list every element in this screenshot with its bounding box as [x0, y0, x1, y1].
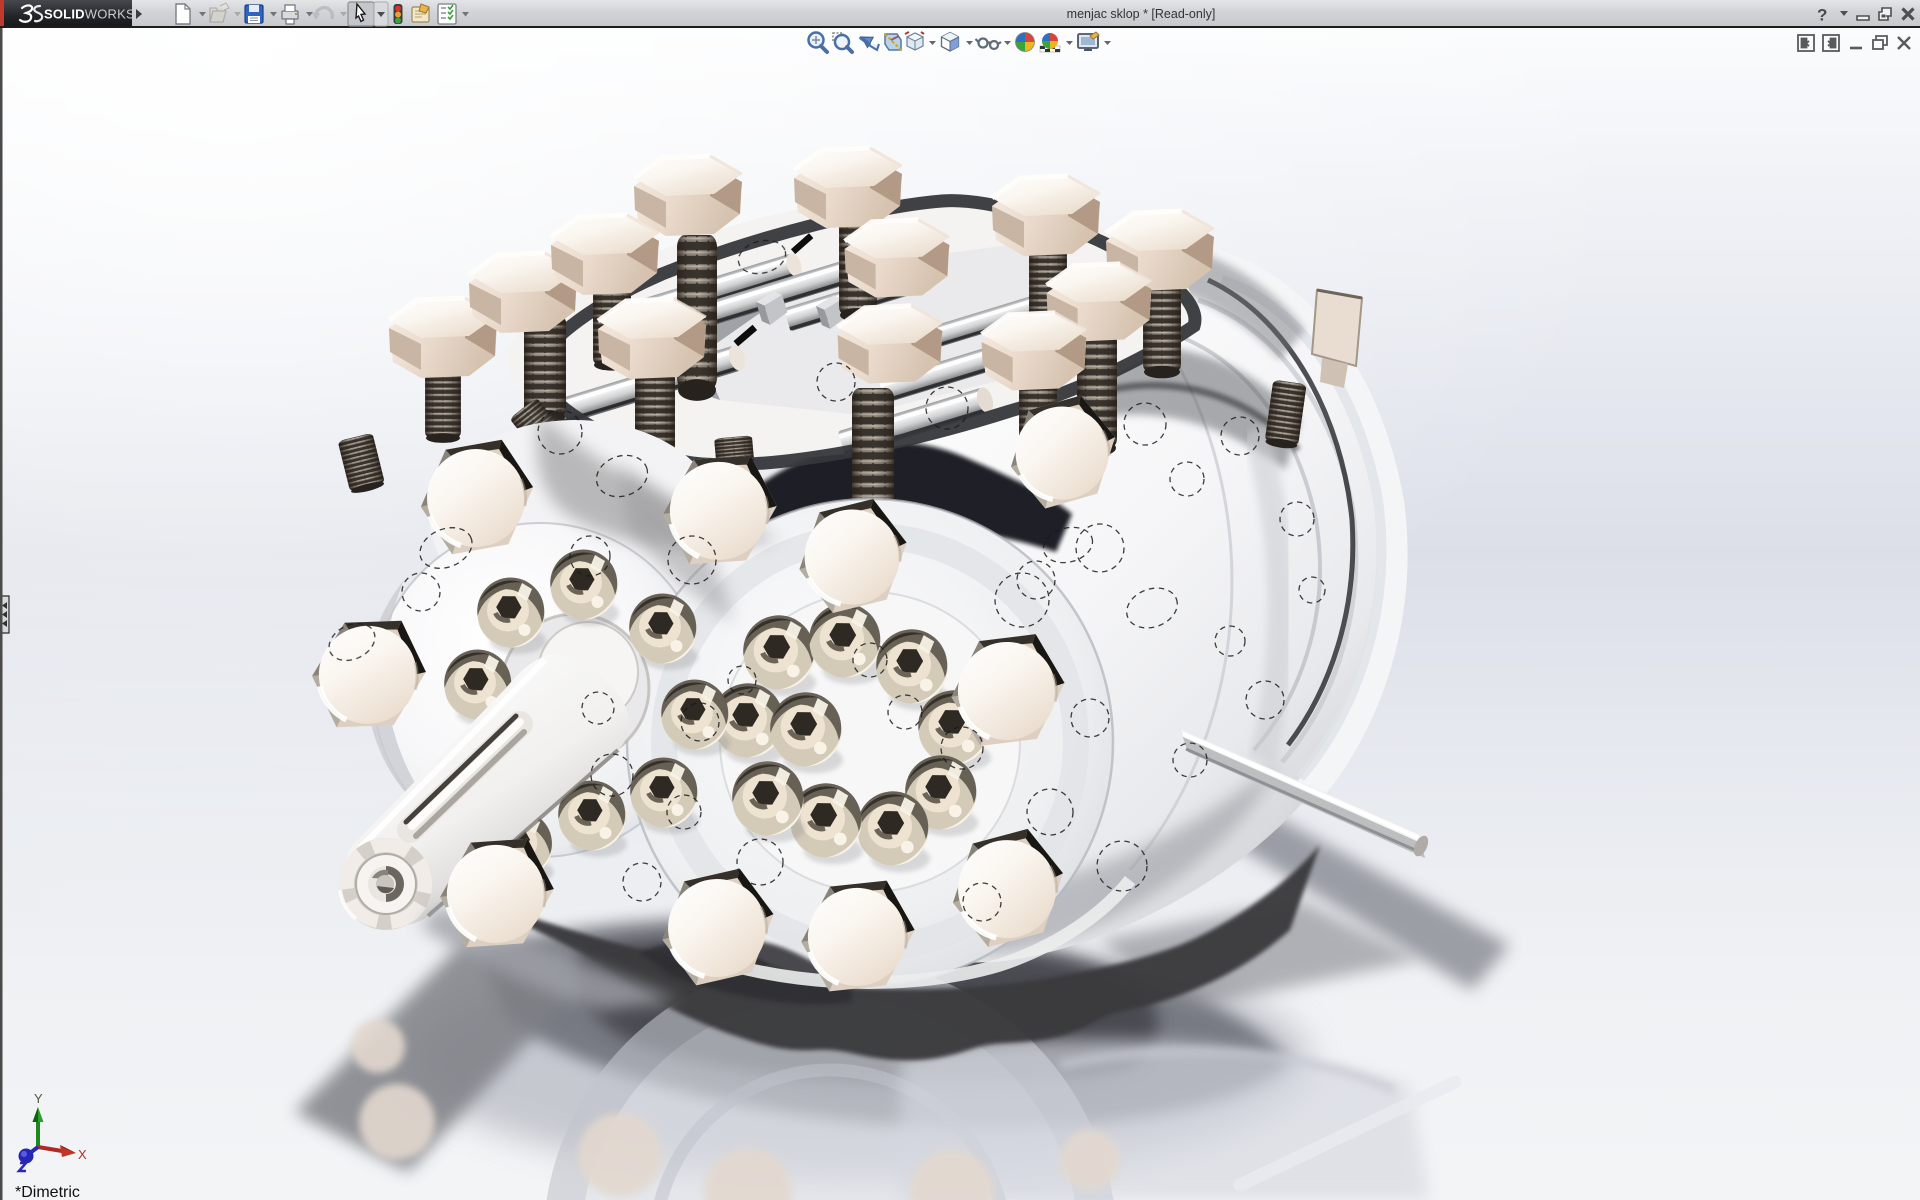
svg-text:?: ? [1817, 6, 1827, 25]
svg-text:X: X [78, 1147, 87, 1162]
svg-text:SOLIDWORKS: SOLIDWORKS [44, 7, 135, 22]
svg-text:*Dimetric: *Dimetric [15, 1184, 80, 1200]
svg-text:Y: Y [34, 1091, 43, 1106]
